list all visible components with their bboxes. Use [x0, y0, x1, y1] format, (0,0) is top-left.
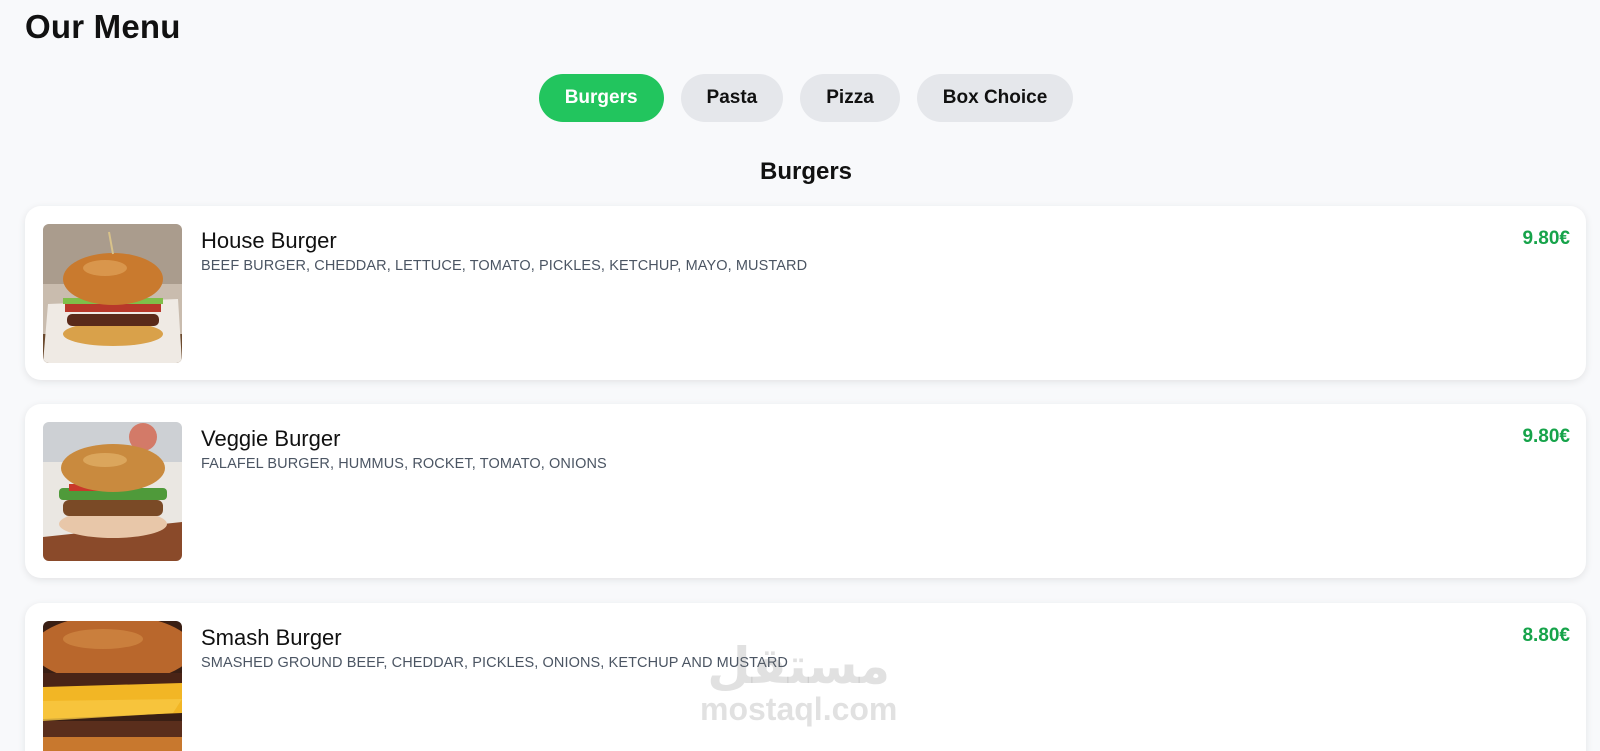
item-name: Veggie Burger	[201, 426, 341, 451]
veggie-burger-image	[43, 422, 182, 561]
item-price: 9.80€	[1522, 426, 1570, 447]
page-title: Our Menu	[25, 8, 181, 45]
item-price: 8.80€	[1522, 625, 1570, 646]
tab-pizza[interactable]: Pizza	[800, 74, 900, 122]
tab-box-choice[interactable]: Box Choice	[916, 74, 1074, 122]
house-burger-image	[43, 224, 182, 363]
item-price: 9.80€	[1522, 228, 1570, 249]
category-tabs: Burgers Pasta Pizza Box Choice	[0, 74, 1600, 122]
item-name: Smash Burger	[201, 625, 342, 650]
tab-burgers[interactable]: Burgers	[538, 74, 664, 122]
item-name: House Burger	[201, 228, 337, 253]
menu-item-card[interactable]: Veggie Burger FALAFEL BURGER, HUMMUS, RO…	[25, 404, 1586, 578]
menu-item-card[interactable]: House Burger BEEF BURGER, CHEDDAR, LETTU…	[25, 206, 1586, 380]
smash-burger-image	[43, 621, 182, 751]
menu-item-card[interactable]: Smash Burger SMASHED GROUND BEEF, CHEDDA…	[25, 603, 1586, 751]
section-title: Burgers	[759, 158, 853, 185]
tab-pasta[interactable]: Pasta	[680, 74, 784, 122]
item-description: FALAFEL BURGER, HUMMUS, ROCKET, TOMATO, …	[201, 456, 607, 472]
item-description: BEEF BURGER, CHEDDAR, LETTUCE, TOMATO, P…	[201, 258, 808, 274]
item-description: SMASHED GROUND BEEF, CHEDDAR, PICKLES, O…	[201, 655, 788, 671]
